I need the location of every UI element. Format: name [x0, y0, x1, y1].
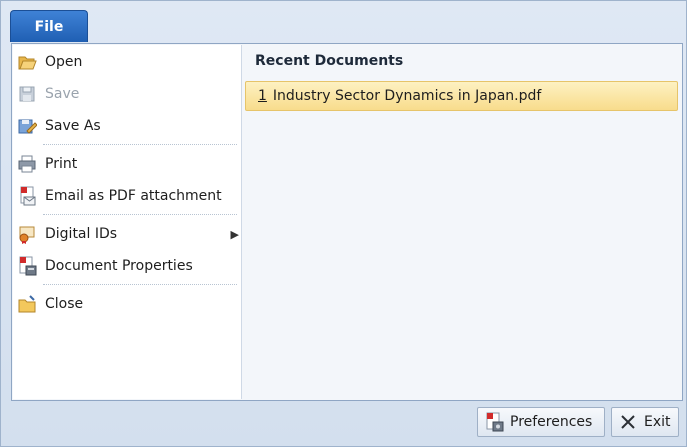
- file-tab[interactable]: File: [10, 10, 88, 42]
- menu-item-save[interactable]: Save: [17, 80, 239, 108]
- preferences-button[interactable]: Preferences: [477, 407, 605, 437]
- menu-item-document-properties[interactable]: Document Properties: [17, 252, 239, 280]
- certificate-icon: [17, 224, 37, 244]
- exit-button[interactable]: Exit: [611, 407, 679, 437]
- menu-item-digital-ids[interactable]: Digital IDs ▶: [17, 220, 239, 248]
- preferences-label: Preferences: [510, 414, 593, 430]
- preferences-icon: [484, 412, 504, 432]
- menu-separator: [43, 214, 237, 215]
- save-as-icon: [17, 116, 38, 136]
- printer-icon: [17, 154, 37, 174]
- email-pdf-icon: [17, 186, 37, 206]
- menu-item-print[interactable]: Print: [17, 150, 239, 178]
- menu-item-save-as[interactable]: Save As: [17, 112, 239, 140]
- backstage-panel: Open Save Save As Print Email as PDF att…: [11, 43, 683, 401]
- folder-open-icon: [17, 52, 37, 72]
- document-properties-icon: [17, 256, 37, 276]
- menu-separator: [43, 284, 237, 285]
- menu-item-label: Document Properties: [45, 258, 193, 274]
- menu-item-label: Close: [45, 296, 84, 312]
- menu-item-label: Email as PDF attachment: [45, 188, 222, 204]
- folder-close-icon: [17, 294, 37, 314]
- menu-item-email-pdf[interactable]: Email as PDF attachment: [17, 182, 239, 210]
- menu-item-open[interactable]: Open: [17, 48, 239, 76]
- menu-item-close[interactable]: Close: [17, 290, 239, 318]
- menu-item-label: Digital IDs: [45, 226, 118, 242]
- menu-item-label: Print: [45, 156, 78, 172]
- floppy-disk-icon: [17, 84, 37, 104]
- recent-document-name: Industry Sector Dynamics in Japan.pdf: [272, 88, 542, 104]
- menu-item-label: Open: [45, 54, 83, 70]
- menu-separator: [43, 144, 237, 145]
- file-backstage: File Open Save Save As Print Email as PD…: [0, 0, 687, 447]
- menu-item-label: Save: [45, 86, 80, 102]
- recent-documents-heading: Recent Documents: [255, 53, 404, 69]
- recent-document-item[interactable]: 1 Industry Sector Dynamics in Japan.pdf: [245, 81, 678, 111]
- chevron-right-icon: ▶: [230, 227, 239, 241]
- file-menu: Open Save Save As Print Email as PDF att…: [13, 45, 242, 399]
- menu-item-label: Save As: [45, 118, 101, 134]
- file-tab-label: File: [34, 18, 64, 35]
- close-icon: [618, 412, 638, 432]
- exit-label: Exit: [644, 414, 671, 430]
- recent-document-number: 1: [258, 88, 267, 104]
